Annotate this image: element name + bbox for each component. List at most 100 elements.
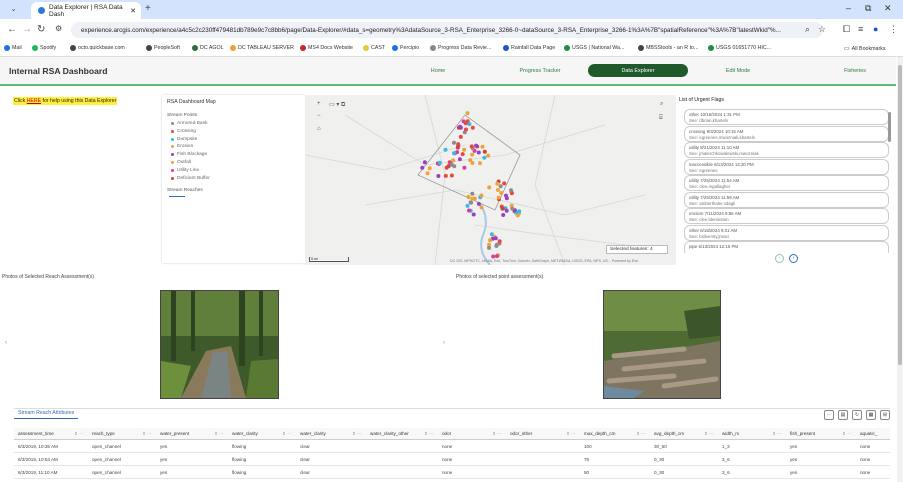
map-point[interactable] (502, 181, 507, 186)
map-point[interactable] (498, 184, 503, 189)
bookmark-cast[interactable]: CAST (363, 45, 385, 51)
bookmark-percipio[interactable]: Percipio (392, 45, 419, 51)
map-point[interactable] (443, 147, 448, 152)
map-point[interactable] (486, 153, 491, 158)
map-point[interactable] (480, 144, 485, 149)
map-point[interactable] (500, 206, 505, 211)
map-point[interactable] (496, 195, 501, 200)
map-point[interactable] (476, 201, 481, 206)
map-point[interactable] (497, 239, 502, 244)
map-point[interactable] (425, 171, 430, 176)
minimize-icon[interactable]: – (846, 3, 851, 13)
map-point[interactable] (493, 236, 498, 241)
layers-icon[interactable]: ▭ ▾ ⧉ (329, 101, 345, 109)
map-point[interactable] (462, 147, 467, 152)
map-point[interactable] (463, 121, 468, 126)
reach-photo[interactable] (160, 290, 279, 399)
map-point[interactable] (470, 161, 475, 165)
map-point[interactable] (465, 203, 470, 208)
address-bar[interactable]: experience.arcgis.com/experience/a4c5c2c… (71, 22, 823, 38)
tab-stream-reach-attributes[interactable]: Stream Reach Attributes (14, 410, 79, 419)
map-point[interactable] (452, 140, 456, 145)
bookmark-tableau[interactable]: DC TABLEAU SERVER (230, 45, 294, 51)
browser-tab-active[interactable]: Data Explorer | RSA Data Dash ✕ (31, 2, 141, 19)
column-sort-icon[interactable]: ⇕ ⋯ (842, 431, 852, 437)
map-point[interactable] (443, 173, 448, 178)
map-point[interactable] (462, 165, 467, 170)
bookmark-progress[interactable]: Progress Data Revie... (430, 45, 491, 51)
urgent-flag-item[interactable]: erosion 7/11/2024 9:56 AM See: clee,ldenn… (684, 208, 889, 224)
column-sort-icon[interactable]: ⇕ ⋯ (214, 431, 224, 437)
map-point[interactable] (427, 166, 432, 171)
page-scrollbar-thumb[interactable] (898, 65, 902, 365)
urgent-flag-item[interactable]: inaccessible 8/13/2024 12:20 PM See: egre… (684, 158, 889, 175)
column-header[interactable]: water_clarity (300, 431, 326, 436)
column-sort-icon[interactable]: ⇕ ⋯ (636, 431, 646, 437)
urgent-flag-item[interactable]: utility 8/21/2024 11:10 AM See: jmalerchk… (684, 142, 889, 158)
home-icon[interactable]: ⌂ (317, 126, 321, 132)
maximize-icon[interactable]: ⧉ (865, 3, 871, 14)
bookmark-dc-agol[interactable]: DC AGOL (192, 45, 224, 51)
map-point[interactable] (517, 209, 522, 214)
table-row[interactable]: 6/3/2019, 10:35 AM open_channel yes flowing… (14, 441, 890, 453)
nav-data-explorer[interactable]: Data Explorer (588, 64, 688, 77)
help-link[interactable]: HERE (27, 98, 41, 104)
grid-icon[interactable]: ⊞ (880, 410, 890, 420)
map-point[interactable] (472, 196, 477, 201)
map-point[interactable] (479, 193, 484, 198)
map-point[interactable] (467, 122, 472, 127)
bookmark-usgs-national[interactable]: USGS | National Wa... (564, 45, 624, 51)
column-header[interactable]: odor_other (510, 431, 532, 436)
bookmark-spotify[interactable]: Spotify (32, 45, 56, 51)
column-sort-icon[interactable]: ⇕ ⋯ (424, 431, 434, 437)
column-header[interactable]: avg_depth_cm (654, 431, 684, 436)
map-view[interactable]: + − ⌂ ▭ ▾ ⧉ ⌕ ⌸ Selected features: 4 5 m… (305, 95, 676, 265)
map-point[interactable] (470, 191, 475, 196)
map-point[interactable] (501, 213, 506, 217)
reload-icon[interactable]: ↻ (37, 24, 45, 35)
column-sort-icon[interactable]: ⇕ ⋯ (282, 431, 292, 437)
urgent-flag-item[interactable]: utility 7/25/2024 11:54 AM See: clee,mgal… (684, 175, 889, 191)
search-icon[interactable]: ⌕ (660, 101, 663, 108)
back-icon[interactable]: ← (7, 24, 17, 35)
column-header[interactable]: width_m (722, 431, 739, 436)
map-point[interactable] (509, 188, 513, 193)
zoom-icon[interactable]: ⌕ (805, 24, 810, 35)
map-point[interactable] (422, 160, 427, 165)
map-point[interactable] (465, 111, 470, 116)
map-point[interactable] (420, 165, 425, 170)
point-photo[interactable] (603, 290, 721, 399)
bookmark-rainfall[interactable]: Rainfall Data Page (503, 45, 555, 51)
show-selection-icon[interactable]: ▤ (838, 410, 848, 420)
map-point[interactable] (510, 206, 515, 211)
page-scrollbar[interactable] (897, 57, 903, 482)
map-point[interactable] (495, 254, 499, 259)
point-photo-prev-icon[interactable]: ‹ (443, 340, 445, 346)
menu-icon[interactable]: ⋮ (889, 24, 898, 35)
map-point[interactable] (504, 193, 508, 198)
map-point[interactable] (496, 188, 500, 192)
map-point[interactable] (495, 181, 500, 186)
map-point[interactable] (499, 191, 504, 195)
column-sort-icon[interactable]: ⇕ ⋯ (74, 431, 84, 437)
column-header[interactable]: water_present (160, 431, 189, 436)
column-sort-icon[interactable]: ⇕ ⋯ (704, 431, 714, 437)
map-point[interactable] (456, 142, 461, 147)
map-point[interactable] (470, 152, 475, 157)
column-sort-icon[interactable]: ⇕ ⋯ (772, 431, 782, 437)
map-point[interactable] (458, 124, 462, 129)
map-point[interactable] (487, 185, 492, 190)
map-point[interactable] (460, 152, 465, 157)
map-point[interactable] (457, 157, 462, 162)
bookmark-mbsstools[interactable]: MBSStools - an R to... (638, 45, 698, 51)
column-header[interactable]: aquatic_ (860, 431, 877, 436)
table-view-icon[interactable]: ▦ (866, 410, 876, 420)
bookmark-peoplesoft[interactable]: PeopleSoft (146, 45, 180, 51)
map-point[interactable] (482, 155, 487, 160)
column-header[interactable]: water_clarity (232, 431, 258, 436)
selected-features-button[interactable]: Selected features: 4 (606, 245, 668, 254)
nav-fisheries[interactable]: Fisheries (830, 64, 880, 77)
table-row[interactable]: 6/3/2019, 11:10 AM open_channel yes flowing… (14, 467, 890, 479)
close-tab-icon[interactable]: ✕ (130, 7, 136, 15)
map-point[interactable] (449, 162, 454, 167)
